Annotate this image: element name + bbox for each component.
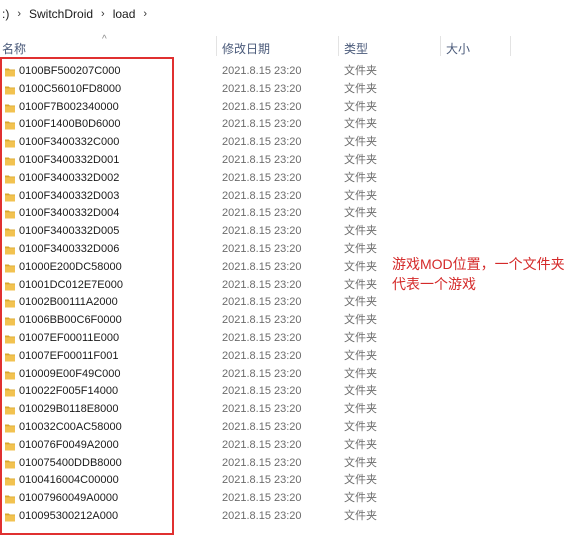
- breadcrumb: :) › SwitchDroid › load ›: [0, 0, 580, 28]
- chevron-right-icon[interactable]: ›: [137, 8, 153, 20]
- file-type: 文件夹: [344, 278, 377, 291]
- file-modified-date: 2021.8.15 23:20: [222, 314, 302, 327]
- file-type: 文件夹: [344, 207, 377, 220]
- file-type: 文件夹: [344, 474, 377, 487]
- file-modified-date: 2021.8.15 23:20: [222, 456, 302, 469]
- column-header-bar: ^ 名称 修改日期 类型 大小: [0, 34, 580, 58]
- file-modified-date: 2021.8.15 23:20: [222, 153, 302, 166]
- breadcrumb-item-drive[interactable]: :): [0, 7, 11, 21]
- file-type: 文件夹: [344, 153, 377, 166]
- file-type: 文件夹: [344, 260, 377, 273]
- annotation-note: 游戏MOD位置，一个文件夹 代表一个游戏: [392, 254, 572, 294]
- file-modified-date: 2021.8.15 23:20: [222, 189, 302, 202]
- breadcrumb-item-load[interactable]: load: [111, 7, 138, 21]
- file-modified-date: 2021.8.15 23:20: [222, 385, 302, 398]
- file-modified-date: 2021.8.15 23:20: [222, 420, 302, 433]
- file-modified-date: 2021.8.15 23:20: [222, 403, 302, 416]
- file-modified-date: 2021.8.15 23:20: [222, 278, 302, 291]
- file-type: 文件夹: [344, 118, 377, 131]
- file-explorer-window: :) › SwitchDroid › load › ^ 名称 修改日期 类型 大…: [0, 0, 580, 546]
- file-modified-date: 2021.8.15 23:20: [222, 349, 302, 362]
- file-type: 文件夹: [344, 136, 377, 149]
- highlight-box: [0, 57, 174, 535]
- column-header-name[interactable]: 名称: [2, 40, 26, 57]
- file-modified-date: 2021.8.15 23:20: [222, 136, 302, 149]
- file-modified-date: 2021.8.15 23:20: [222, 492, 302, 505]
- file-type: 文件夹: [344, 385, 377, 398]
- file-type: 文件夹: [344, 492, 377, 505]
- file-modified-date: 2021.8.15 23:20: [222, 509, 302, 522]
- file-type: 文件夹: [344, 420, 377, 433]
- chevron-right-icon[interactable]: ›: [11, 8, 27, 20]
- file-type: 文件夹: [344, 65, 377, 77]
- file-modified-date: 2021.8.15 23:20: [222, 367, 302, 380]
- chevron-right-icon[interactable]: ›: [95, 8, 111, 20]
- file-type: 文件夹: [344, 367, 377, 380]
- column-divider[interactable]: [216, 36, 217, 56]
- file-type: 文件夹: [344, 438, 377, 451]
- file-modified-date: 2021.8.15 23:20: [222, 225, 302, 238]
- file-type: 文件夹: [344, 225, 377, 238]
- breadcrumb-item-switchdroid[interactable]: SwitchDroid: [27, 7, 95, 21]
- file-type: 文件夹: [344, 509, 377, 522]
- file-type: 文件夹: [344, 242, 377, 255]
- column-divider[interactable]: [510, 36, 511, 56]
- column-header-size[interactable]: 大小: [446, 40, 470, 57]
- file-modified-date: 2021.8.15 23:20: [222, 260, 302, 273]
- file-modified-date: 2021.8.15 23:20: [222, 65, 302, 77]
- file-type: 文件夹: [344, 100, 377, 113]
- file-type: 文件夹: [344, 314, 377, 327]
- file-type: 文件夹: [344, 189, 377, 202]
- file-type: 文件夹: [344, 82, 377, 95]
- file-modified-date: 2021.8.15 23:20: [222, 331, 302, 344]
- file-type: 文件夹: [344, 403, 377, 416]
- file-type: 文件夹: [344, 171, 377, 184]
- file-modified-date: 2021.8.15 23:20: [222, 171, 302, 184]
- file-type: 文件夹: [344, 296, 377, 309]
- file-modified-date: 2021.8.15 23:20: [222, 207, 302, 220]
- file-type: 文件夹: [344, 456, 377, 469]
- file-modified-date: 2021.8.15 23:20: [222, 118, 302, 131]
- sort-ascending-icon: ^: [102, 34, 107, 45]
- file-modified-date: 2021.8.15 23:20: [222, 242, 302, 255]
- column-divider[interactable]: [338, 36, 339, 56]
- file-type: 文件夹: [344, 349, 377, 362]
- file-modified-date: 2021.8.15 23:20: [222, 474, 302, 487]
- file-type: 文件夹: [344, 331, 377, 344]
- file-modified-date: 2021.8.15 23:20: [222, 296, 302, 309]
- annotation-line-1: 游戏MOD位置，一个文件夹: [392, 256, 565, 272]
- annotation-line-2: 代表一个游戏: [392, 276, 476, 292]
- file-modified-date: 2021.8.15 23:20: [222, 82, 302, 95]
- column-divider[interactable]: [440, 36, 441, 56]
- column-header-type[interactable]: 类型: [344, 40, 368, 57]
- file-modified-date: 2021.8.15 23:20: [222, 100, 302, 113]
- file-modified-date: 2021.8.15 23:20: [222, 438, 302, 451]
- column-header-date[interactable]: 修改日期: [222, 40, 270, 57]
